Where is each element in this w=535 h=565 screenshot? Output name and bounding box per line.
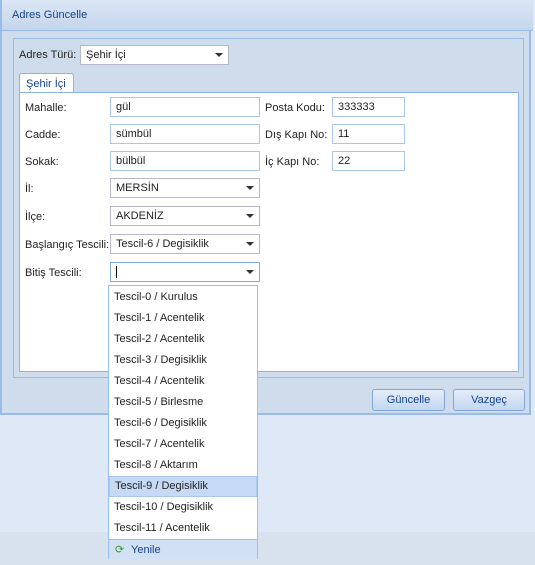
il-label: İl: [25,183,34,195]
sokak-label: Sokak: [25,156,59,168]
dropdown-item[interactable]: Tescil-9 / Degisiklik [109,476,257,497]
update-button[interactable]: Güncelle [372,389,445,411]
baslangic-label: Başlangıç Tescili: [25,239,110,251]
ilce-value: AKDENİZ [116,210,164,222]
bitis-dropdown-list: ⟳ Yenile Tescil-0 / Kurulus Tescil-1 / Ac… [108,285,258,559]
address-update-window: Adres Güncelle Adres Türü: Şehir İçi Şeh… [0,0,533,415]
baslangic-value: Tescil-6 / Degisiklik [116,238,209,250]
chevron-down-icon[interactable] [246,270,254,274]
posta-kodu-label: Posta Kodu: [265,102,325,114]
ilce-label: İlçe: [25,211,46,223]
window-title: Adres Güncelle [12,9,88,21]
ic-kapi-field[interactable]: 22 [332,151,405,171]
refresh-label[interactable]: Yenile [131,544,161,556]
dropdown-item[interactable]: Tescil-4 / Acentelik [109,371,257,392]
cadde-field[interactable]: sümbül [110,124,260,144]
dropdown-item[interactable]: Tescil-7 / Acentelik [109,434,257,455]
dropdown-item[interactable]: Tescil-3 / Degisiklik [109,350,257,371]
dropdown-item[interactable]: Tescil-8 / Aktarım [109,455,257,476]
chevron-down-icon[interactable] [246,242,254,246]
baslangic-select[interactable]: Tescil-6 / Degisiklik [110,234,260,254]
tab-sehir-ici[interactable]: Şehir İçi [19,73,74,93]
chevron-down-icon[interactable] [246,214,254,218]
dis-kapi-field[interactable]: 11 [332,124,405,144]
tab-label: Şehir İçi [26,78,66,90]
refresh-icon[interactable]: ⟳ [115,543,124,556]
address-type-value: Şehir İçi [86,49,126,61]
ilce-select[interactable]: AKDENİZ [110,206,260,226]
il-select[interactable]: MERSİN [110,178,260,198]
posta-kodu-field[interactable]: 333333 [332,97,405,117]
chevron-down-icon[interactable] [246,186,254,190]
chevron-down-icon[interactable] [215,53,223,57]
bitis-select[interactable] [110,262,260,282]
bitis-label: Bitiş Tescili: [25,267,82,279]
background-strip [0,532,535,565]
address-type-select[interactable]: Şehir İçi [80,45,229,65]
il-value: MERSİN [116,182,159,194]
cancel-button[interactable]: Vazgeç [453,389,525,411]
mahalle-label: Mahalle: [25,102,67,114]
ic-kapi-label: İç Kapı No: [265,156,320,168]
address-type-label: Adres Türü: [19,49,77,61]
window-titlebar[interactable]: Adres Güncelle [2,0,533,31]
text-cursor [116,266,117,278]
dropdown-item[interactable]: Tescil-1 / Acentelik [109,308,257,329]
dis-kapi-label: Dış Kapı No: [265,129,328,141]
dropdown-item[interactable]: Tescil-5 / Birlesme [109,392,257,413]
dropdown-item[interactable]: Tescil-10 / Degisiklik [109,497,257,518]
dropdown-item[interactable]: Tescil-2 / Acentelik [109,329,257,350]
mahalle-field[interactable]: gül [110,97,260,117]
dropdown-item[interactable]: Tescil-11 / Acentelik [109,518,257,539]
dropdown-footer[interactable]: ⟳ Yenile [109,539,257,559]
cadde-label: Cadde: [25,129,61,141]
dropdown-item[interactable]: Tescil-6 / Degisiklik [109,413,257,434]
sokak-field[interactable]: bülbül [110,151,260,171]
dropdown-item[interactable]: Tescil-0 / Kurulus [109,287,257,308]
